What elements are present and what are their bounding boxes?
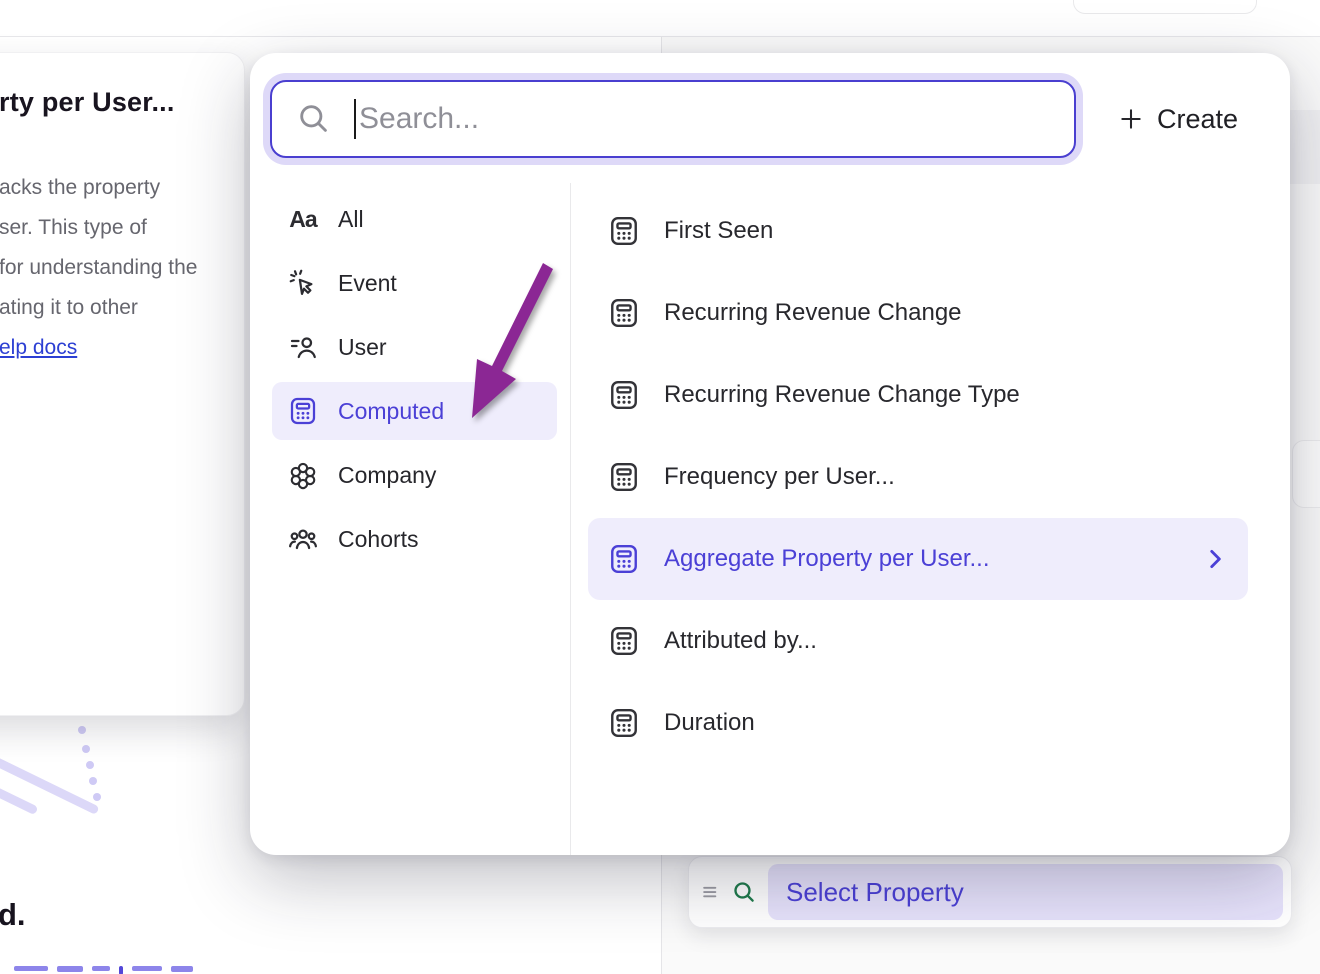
background-button-clipped — [1073, 0, 1257, 14]
category-label: Cohorts — [338, 526, 419, 553]
result-list: First Seen Recurring Revenue Change Recu… — [588, 190, 1248, 764]
tooltip-body-line: ating it to other — [0, 288, 230, 328]
result-item[interactable]: First Seen — [588, 190, 1248, 272]
category-label: Event — [338, 270, 397, 297]
result-item[interactable]: Recurring Revenue Change — [588, 272, 1248, 354]
calculator-icon — [608, 461, 640, 493]
screen: d. rty per User... acks the property ser… — [0, 0, 1320, 974]
category-item-cohorts[interactable]: Cohorts — [272, 510, 557, 568]
calculator-icon — [608, 543, 640, 575]
tooltip-title: rty per User... — [0, 87, 230, 118]
clipped-link-text — [14, 966, 193, 974]
result-item[interactable]: Aggregate Property per User... — [588, 518, 1248, 600]
property-tooltip-card: rty per User... acks the property ser. T… — [0, 52, 245, 716]
category-item-all[interactable]: Aa All — [272, 190, 557, 248]
category-label: Company — [338, 462, 436, 489]
select-property-button[interactable]: Select Property — [768, 864, 1283, 920]
search-icon — [296, 101, 332, 137]
decor-dot — [86, 761, 94, 769]
result-label: Frequency per User... — [664, 463, 895, 491]
help-docs-link[interactable]: elp docs — [0, 336, 77, 360]
calculator-icon — [608, 379, 640, 411]
background-card-clipped — [1292, 440, 1320, 508]
tooltip-body-line: acks the property — [0, 168, 230, 208]
category-item-computed[interactable]: Computed — [272, 382, 557, 440]
cohorts-icon — [288, 524, 318, 554]
result-item[interactable]: Attributed by... — [588, 600, 1248, 682]
search-input[interactable] — [357, 88, 1074, 150]
property-search-icon — [731, 879, 758, 906]
column-divider — [570, 183, 571, 855]
result-label: Recurring Revenue Change — [664, 299, 962, 327]
company-icon — [288, 460, 318, 490]
calculator-icon — [608, 625, 640, 657]
tooltip-body-line: for understanding the — [0, 248, 230, 288]
calculator-icon — [608, 707, 640, 739]
create-button[interactable]: Create — [1110, 93, 1246, 145]
decor-dot — [82, 745, 90, 753]
result-label: Attributed by... — [664, 627, 817, 655]
select-property-label: Select Property — [786, 877, 964, 908]
result-label: Recurring Revenue Change Type — [664, 381, 1020, 409]
calculator-icon — [288, 396, 318, 426]
decor-line — [0, 783, 39, 815]
category-item-event[interactable]: Event — [272, 254, 557, 312]
create-button-label: Create — [1157, 104, 1238, 135]
category-label: User — [338, 334, 387, 361]
plus-icon — [1118, 106, 1144, 132]
tooltip-body: acks the property ser. This type of for … — [0, 168, 230, 328]
decor-dot — [89, 777, 97, 785]
decor-dot — [93, 793, 101, 801]
result-label: First Seen — [664, 217, 773, 245]
property-picker-modal: Create Aa All Event User Computed Company… — [250, 53, 1290, 855]
calculator-icon — [608, 297, 640, 329]
result-item[interactable]: Duration — [588, 682, 1248, 764]
event-click-icon — [288, 268, 318, 298]
result-item[interactable]: Frequency per User... — [588, 436, 1248, 518]
category-item-company[interactable]: Company — [272, 446, 557, 504]
result-label: Duration — [664, 709, 755, 737]
chevron-right-icon — [1202, 546, 1228, 572]
text-caret — [354, 99, 356, 139]
clipped-heading: d. — [0, 897, 26, 933]
category-label: All — [338, 206, 364, 233]
text-aa-icon: Aa — [288, 204, 318, 234]
user-icon — [288, 332, 318, 362]
decor-dot — [78, 726, 86, 734]
search-field[interactable] — [270, 80, 1076, 158]
result-label: Aggregate Property per User... — [664, 545, 990, 573]
category-label: Computed — [338, 398, 444, 425]
property-selector-card: Select Property — [688, 856, 1292, 928]
category-item-user[interactable]: User — [272, 318, 557, 376]
category-list: Aa All Event User Computed Company Cohort… — [272, 190, 557, 574]
calculator-icon — [608, 215, 640, 247]
result-item[interactable]: Recurring Revenue Change Type — [588, 354, 1248, 436]
tooltip-body-line: ser. This type of — [0, 208, 230, 248]
drag-handle-icon[interactable] — [701, 882, 721, 902]
